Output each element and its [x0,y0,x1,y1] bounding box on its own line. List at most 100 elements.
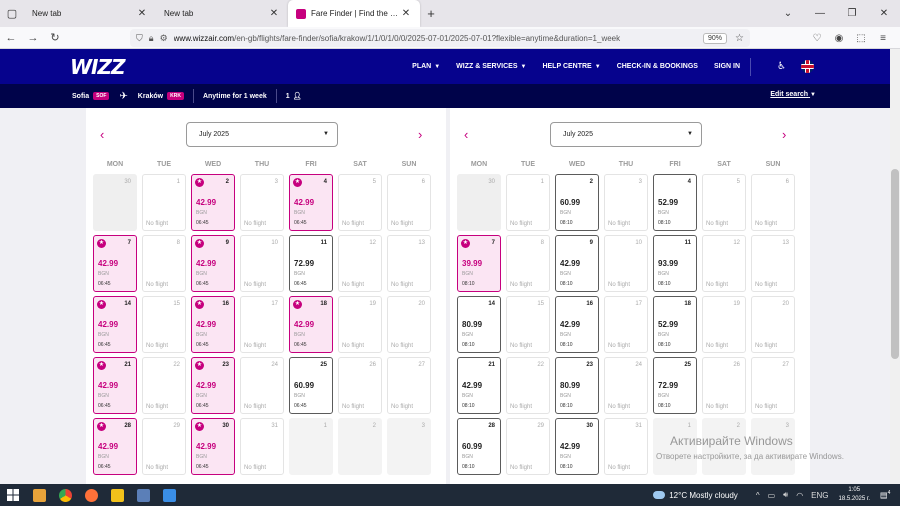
calendar-day[interactable]: 21 42.99 BGN 08:10 [457,357,501,414]
calendar-day[interactable]: 4 52.99 BGN 08:10 [653,174,697,231]
next-month-icon[interactable]: › [782,127,786,142]
taskbar-app-icon[interactable] [130,484,156,506]
wizz-logo[interactable]: WIZZ [70,55,126,79]
address-bar[interactable]: ⛉ 🔒︎ ⚙ www.wizzair.com/en-gb/flights/far… [130,29,750,47]
close-tab-icon[interactable]: ✕ [268,8,280,19]
taskbar-app-icon[interactable] [78,484,104,506]
calendar-day[interactable]: 16 ★ 42.99 BGN 06:45 [191,296,235,353]
chevron-down-icon[interactable]: ⌄ [772,0,804,27]
calendar-day[interactable]: 9 42.99 BGN 08:10 [555,235,599,292]
edit-search-label: Edit search [770,91,809,98]
start-icon[interactable] [0,484,26,506]
calendar-day[interactable]: 30 ★ 42.99 BGN 06:45 [191,418,235,475]
taskbar-app-icon[interactable] [104,484,130,506]
extensions-icon[interactable]: ⬚ [850,33,872,44]
nav-plan[interactable]: PLAN ▼ [412,63,440,70]
taskbar-app-icon[interactable] [52,484,78,506]
edit-search-link[interactable]: Edit search ▼ [770,91,816,98]
reload-icon[interactable]: ↻ [44,31,66,44]
firefox-view-icon[interactable]: ▢ [0,0,24,27]
taskbar-apps [26,484,182,506]
passenger-count[interactable]: 1 👤︎ [286,92,302,101]
calendar-day[interactable]: 28 ★ 42.99 BGN 06:45 [93,418,137,475]
calendar-day[interactable]: 2 60.99 BGN 08:10 [555,174,599,231]
calendar-day[interactable]: 16 42.99 BGN 08:10 [555,296,599,353]
origin-code-badge: SOF [93,92,110,100]
new-tab-button[interactable]: + [420,6,442,21]
menu-icon[interactable]: ≡ [872,33,894,44]
weekday-label: SAT [717,161,731,168]
day-number: 11 [320,240,327,246]
calendar-day[interactable]: 11 93.99 BGN 08:10 [653,235,697,292]
prev-month-icon[interactable]: ‹ [100,127,104,142]
calendar-day[interactable]: 30 42.99 BGN 08:10 [555,418,599,475]
calendar-day[interactable]: 23 80.99 BGN 08:10 [555,357,599,414]
tab-fare-finder[interactable]: Fare Finder | Find the Cheapest ✕ [288,0,420,27]
uk-flag-icon[interactable] [801,60,814,73]
permissions-icon[interactable]: ⚙ [160,33,168,44]
calendar-day[interactable]: 21 ★ 42.99 BGN 06:45 [93,357,137,414]
prev-month-icon[interactable]: ‹ [464,127,468,142]
departure-time: 06:45 [98,342,111,348]
trip-duration[interactable]: Anytime for 1 week [203,93,267,100]
calendar-day[interactable]: 25 72.99 BGN 08:10 [653,357,697,414]
calendar-day[interactable]: 2 ★ 42.99 BGN 06:45 [191,174,235,231]
calendar-day[interactable]: 11 72.99 BGN 06:45 [289,235,333,292]
calendar-grid: 30 1 No flight 2 60.99 BGN 08:10 3 No flight 4 52.… [457,174,795,475]
calendar-day[interactable]: 18 ★ 42.99 BGN 06:45 [289,296,333,353]
close-tab-icon[interactable]: ✕ [400,8,412,19]
scrollbar-thumb[interactable] [891,169,899,359]
account-icon[interactable]: ◉ [828,33,850,44]
page-scrollbar[interactable] [890,49,900,484]
close-tab-icon[interactable]: ✕ [136,8,148,19]
back-icon[interactable]: ← [0,32,22,44]
wifi-icon[interactable]: ◠ [796,491,803,500]
tab-new-1[interactable]: New tab ✕ [24,0,156,27]
tray-chevron-icon[interactable]: ^ [756,491,760,500]
calendar-day[interactable]: 23 ★ 42.99 BGN 06:45 [191,357,235,414]
minimize-icon[interactable]: — [804,0,836,27]
forward-icon[interactable]: → [22,32,44,44]
calendar-day[interactable]: 28 60.99 BGN 08:10 [457,418,501,475]
calendar-day: 1 No flight [506,174,550,231]
no-flight-label: No flight [146,343,169,349]
calendar-day[interactable]: 7 ★ 39.99 BGN 08:10 [457,235,501,292]
calendar-day[interactable]: 7 ★ 42.99 BGN 06:45 [93,235,137,292]
month-select[interactable]: July 2025 ▼ [186,122,338,147]
zoom-level[interactable]: 90% [703,32,728,44]
taskbar-app-icon[interactable] [26,484,52,506]
calendar-day[interactable]: 14 80.99 BGN 08:10 [457,296,501,353]
notification-icon[interactable]: ▤4 [880,490,894,500]
calendar-day[interactable]: 25 60.99 BGN 06:45 [289,357,333,414]
destination-city[interactable]: Kraków KRK [138,92,184,100]
bookmark-star-icon[interactable]: ☆ [735,33,744,44]
speaker-icon[interactable]: 🔊︎ [783,490,788,500]
clock[interactable]: 1:05 18.5.2025 г. [839,486,870,504]
close-window-icon[interactable]: ✕ [868,0,900,27]
nav-help-centre[interactable]: HELP CENTRE ▼ [542,63,600,70]
pocket-icon[interactable]: ♡ [806,33,828,44]
nav-check-in-bookings[interactable]: CHECK-IN & BOOKINGS [617,63,698,70]
accessibility-icon[interactable]: ♿︎ [777,61,786,72]
lock-icon[interactable]: 🔒︎ [149,33,154,44]
url-text[interactable]: www.wizzair.com/en-gb/flights/fare-finde… [174,34,697,43]
tab-new-2[interactable]: New tab ✕ [156,0,288,27]
shield-icon[interactable]: ⛉ [136,33,143,44]
clock-date: 18.5.2025 г. [838,496,870,502]
restore-icon[interactable]: ❐ [836,0,868,27]
calendar-day[interactable]: 14 ★ 42.99 BGN 06:45 [93,296,137,353]
next-month-icon[interactable]: › [418,127,422,142]
taskbar-app-icon[interactable] [156,484,182,506]
weather-widget[interactable]: 12°C Mostly cloudy [653,491,738,500]
nav-wizz-services[interactable]: WIZZ & SERVICES ▼ [456,63,526,70]
calendar-day[interactable]: 18 52.99 BGN 08:10 [653,296,697,353]
origin-city[interactable]: Sofia SOF [72,92,110,100]
calendar-day[interactable]: 9 ★ 42.99 BGN 06:45 [191,235,235,292]
nav-divider [750,57,761,76]
calendar-day[interactable]: 4 ★ 42.99 BGN 06:45 [289,174,333,231]
nav-sign-in[interactable]: SIGN IN [714,63,740,70]
network-icon[interactable]: ▭ [768,491,776,500]
month-select[interactable]: July 2025 ▼ [550,122,702,147]
language-indicator[interactable]: ENG [811,491,828,500]
search-summary-bar: Sofia SOF ✈ Kraków KRK Anytime for 1 wee… [0,84,890,108]
